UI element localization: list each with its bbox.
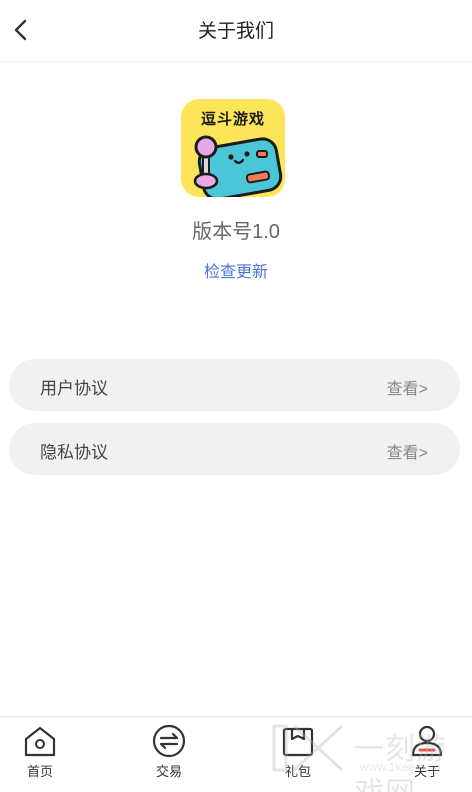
view-link[interactable]: 查看> [387,375,428,399]
gamepad-icon [193,135,283,197]
app-logo: 逗斗游戏 [181,99,285,197]
user-icon [411,725,443,757]
tab-label: 礼包 [284,764,311,779]
top-bar: 关于我们 [0,0,472,62]
tab-label: 交易 [155,764,182,779]
tab-gift[interactable]: 礼包 [258,717,338,792]
tab-about[interactable]: 关于 [387,717,467,792]
tab-label: 首页 [26,764,53,779]
view-link[interactable]: 查看> [387,439,428,463]
version-label: 版本号1.0 [192,221,280,243]
row-label: 隐私协议 [40,443,108,462]
home-icon [24,726,56,757]
user-agreement-row[interactable]: 用户协议 查看> [9,359,460,411]
check-update-link[interactable]: 检查更新 [0,258,472,282]
page-title: 关于我们 [197,21,274,42]
tab-trade[interactable]: 交易 [129,717,209,792]
exchange-icon [152,724,186,758]
gift-icon [282,727,314,757]
privacy-policy-row[interactable]: 隐私协议 查看> [9,423,460,475]
tab-home[interactable]: 首页 [0,717,80,792]
bottom-tab-bar: 首页 交易 礼包 关于 [0,716,472,792]
row-label: 用户协议 [40,379,108,398]
tab-label: 关于 [413,764,440,779]
